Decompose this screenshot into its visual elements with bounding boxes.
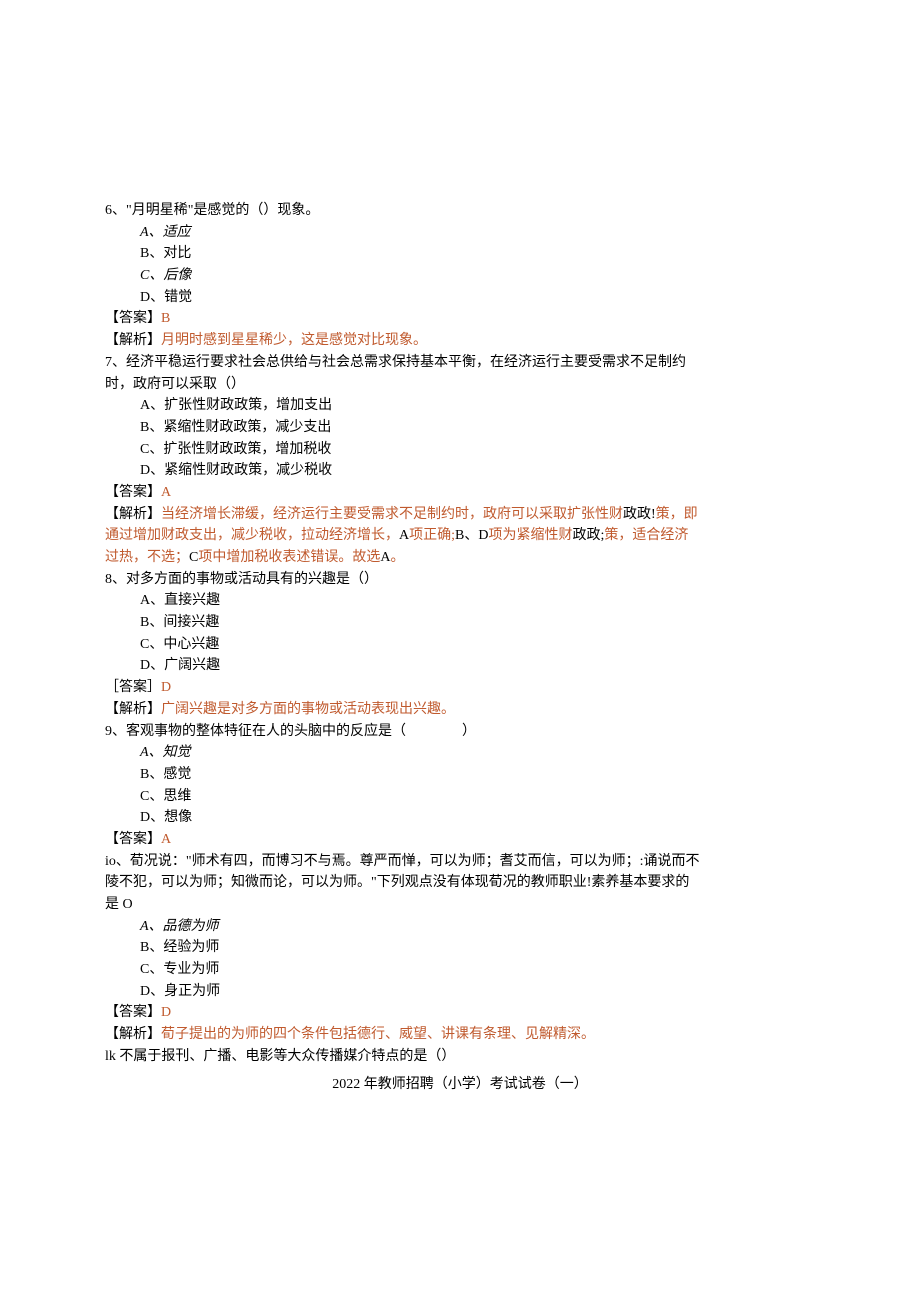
- q6-expl-label: 【解析】: [105, 333, 161, 348]
- q7-explanation-line2: 通过增加财政支出，减少税收，拉动经济增长，A项正确;B、D项为紧缩性财政政;策，…: [105, 525, 815, 547]
- q7-option-b: B、紧缩性财政政策，减少支出: [140, 417, 815, 439]
- q10-answer-value: D: [161, 1005, 171, 1020]
- q10-explanation: 【解析】荀子提出的为师的四个条件包括德行、威望、讲课有条理、见解精深。: [105, 1024, 815, 1046]
- q10-option-a: A、品德为师: [140, 916, 815, 938]
- q8-option-c: C、中心兴趣: [140, 634, 815, 656]
- q6-option-d: D、错觉: [140, 287, 815, 309]
- q7-expl-p3c: 项中增加税收表述错误。故选: [198, 550, 380, 565]
- q7-expl-p2a: 通过增加财政支出，减少税收，拉动经济增长，: [105, 528, 399, 543]
- q9-option-a: A、知觉: [140, 742, 815, 764]
- q6-option-b: B、对比: [140, 243, 815, 265]
- q7-expl-body-3: 过热，不选；C项中增加税收表述错误。故选A。: [105, 550, 404, 565]
- q8-answer: ［答案］D: [105, 677, 815, 699]
- q9-stem: 9、客观事物的整体特征在人的头脑中的反应是（ ）: [105, 721, 815, 743]
- q7-expl-p2d: B、D: [455, 528, 488, 543]
- q7-expl-p3d: A: [380, 550, 390, 565]
- q10-option-b: B、经验为师: [140, 937, 815, 959]
- q6-expl-body: 月明时感到星星稀少，这是感觉对比现象。: [161, 333, 427, 348]
- q9-option-d: D、想像: [140, 807, 815, 829]
- q7-option-d: D、紧缩性财政政策，减少税收: [140, 460, 815, 482]
- q6-stem: 6、"月明星稀"是感觉的（）现象。: [105, 200, 815, 222]
- q10-stem-line2: 陵不犯，可以为师；知微而论，可以为师。"下列观点没有体现荀况的教师职业!素养基本…: [105, 872, 815, 894]
- q7-expl-p2g: 策，适合经济: [604, 528, 688, 543]
- document-page: 6、"月明星稀"是感觉的（）现象。 A、适应 B、对比 C、后像 D、错觉 【答…: [0, 0, 920, 1301]
- q10-option-d: D、身正为师: [140, 981, 815, 1003]
- q10-stem-line3: 是 O: [105, 894, 815, 916]
- q8-answer-label: ［答案］: [105, 680, 161, 695]
- q6-answer-value: B: [161, 311, 170, 326]
- q9-answer: 【答案】A: [105, 829, 815, 851]
- q7-expl-p2e: 项为紧缩性财: [488, 528, 572, 543]
- q7-expl-body-2: 通过增加财政支出，减少税收，拉动经济增长，A项正确;B、D项为紧缩性财政政;策，…: [105, 528, 688, 543]
- q8-answer-value: D: [161, 680, 171, 695]
- q7-explanation-line1: 【解析】当经济增长滞缓，经济运行主要受需求不足制约时，政府可以采取扩张性财政政!…: [105, 504, 815, 526]
- q6-option-a: A、适应: [140, 222, 815, 244]
- q7-expl-p3a: 过热，不选；: [105, 550, 189, 565]
- q7-stem-line1: 7、经济平稳运行要求社会总供给与社会总需求保持基本平衡，在经济运行主要受需求不足…: [105, 352, 815, 374]
- q8-option-b: B、间接兴趣: [140, 612, 815, 634]
- q8-expl-body: 广阔兴趣是对多方面的事物或活动表现出兴趣。: [161, 702, 455, 717]
- q8-option-a: A、直接兴趣: [140, 590, 815, 612]
- q7-stem-line2: 时，政府可以采取（）: [105, 374, 815, 396]
- q7-answer-label: 【答案】: [105, 485, 161, 500]
- q8-expl-label: 【解析】: [105, 702, 161, 717]
- q9-answer-label: 【答案】: [105, 832, 161, 847]
- q7-explanation-line3: 过热，不选；C项中增加税收表述错误。故选A。: [105, 547, 815, 569]
- q7-option-c: C、扩张性财政政策，增加税收: [140, 439, 815, 461]
- q11-stem: lk 不属于报刊、广播、电影等大众传播媒介特点的是（）: [105, 1046, 815, 1068]
- q10-answer: 【答案】D: [105, 1002, 815, 1024]
- q6-explanation: 【解析】月明时感到星星稀少，这是感觉对比现象。: [105, 330, 815, 352]
- q7-answer-value: A: [161, 485, 171, 500]
- q8-stem: 8、对多方面的事物或活动具有的兴趣是（）: [105, 569, 815, 591]
- q9-answer-value: A: [161, 832, 171, 847]
- q7-expl-p2c: 项正确;: [409, 528, 455, 543]
- footer-exam-title: 2022 年教师招聘（小学）考试试卷（一）: [105, 1074, 815, 1096]
- q7-expl-p1a: 当经济增长滞缓，经济运行主要受需求不足制约时，政府可以采取扩张性财: [161, 507, 623, 522]
- q7-expl-p1b: 政政!: [623, 507, 656, 522]
- q7-expl-body-1: 当经济增长滞缓，经济运行主要受需求不足制约时，政府可以采取扩张性财政政!策，即: [161, 507, 698, 522]
- q10-option-c: C、专业为师: [140, 959, 815, 981]
- q10-answer-label: 【答案】: [105, 1005, 161, 1020]
- q10-expl-label: 【解析】: [105, 1027, 161, 1042]
- q6-option-c: C、后像: [140, 265, 815, 287]
- q9-option-c: C、思维: [140, 786, 815, 808]
- q7-expl-p3e: 。: [390, 550, 404, 565]
- q7-expl-p2b: A: [399, 528, 409, 543]
- q9-option-b: B、感觉: [140, 764, 815, 786]
- q10-expl-body: 荀子提出的为师的四个条件包括德行、威望、讲课有条理、见解精深。: [161, 1027, 595, 1042]
- q7-expl-p1c: 策，即: [656, 507, 698, 522]
- q10-stem-line1: io、荀况说："师术有四，而博习不与焉。尊严而惮，可以为师；耆艾而信，可以为师；…: [105, 851, 815, 873]
- q7-expl-label: 【解析】: [105, 507, 161, 522]
- q6-answer: 【答案】B: [105, 308, 815, 330]
- q6-answer-label: 【答案】: [105, 311, 161, 326]
- q8-explanation: 【解析】广阔兴趣是对多方面的事物或活动表现出兴趣。: [105, 699, 815, 721]
- q7-expl-p3b: C: [189, 550, 198, 565]
- q7-answer: 【答案】A: [105, 482, 815, 504]
- q7-expl-p2f: 政政;: [572, 528, 604, 543]
- q8-option-d: D、广阔兴趣: [140, 655, 815, 677]
- q7-option-a: A、扩张性财政政策，增加支出: [140, 395, 815, 417]
